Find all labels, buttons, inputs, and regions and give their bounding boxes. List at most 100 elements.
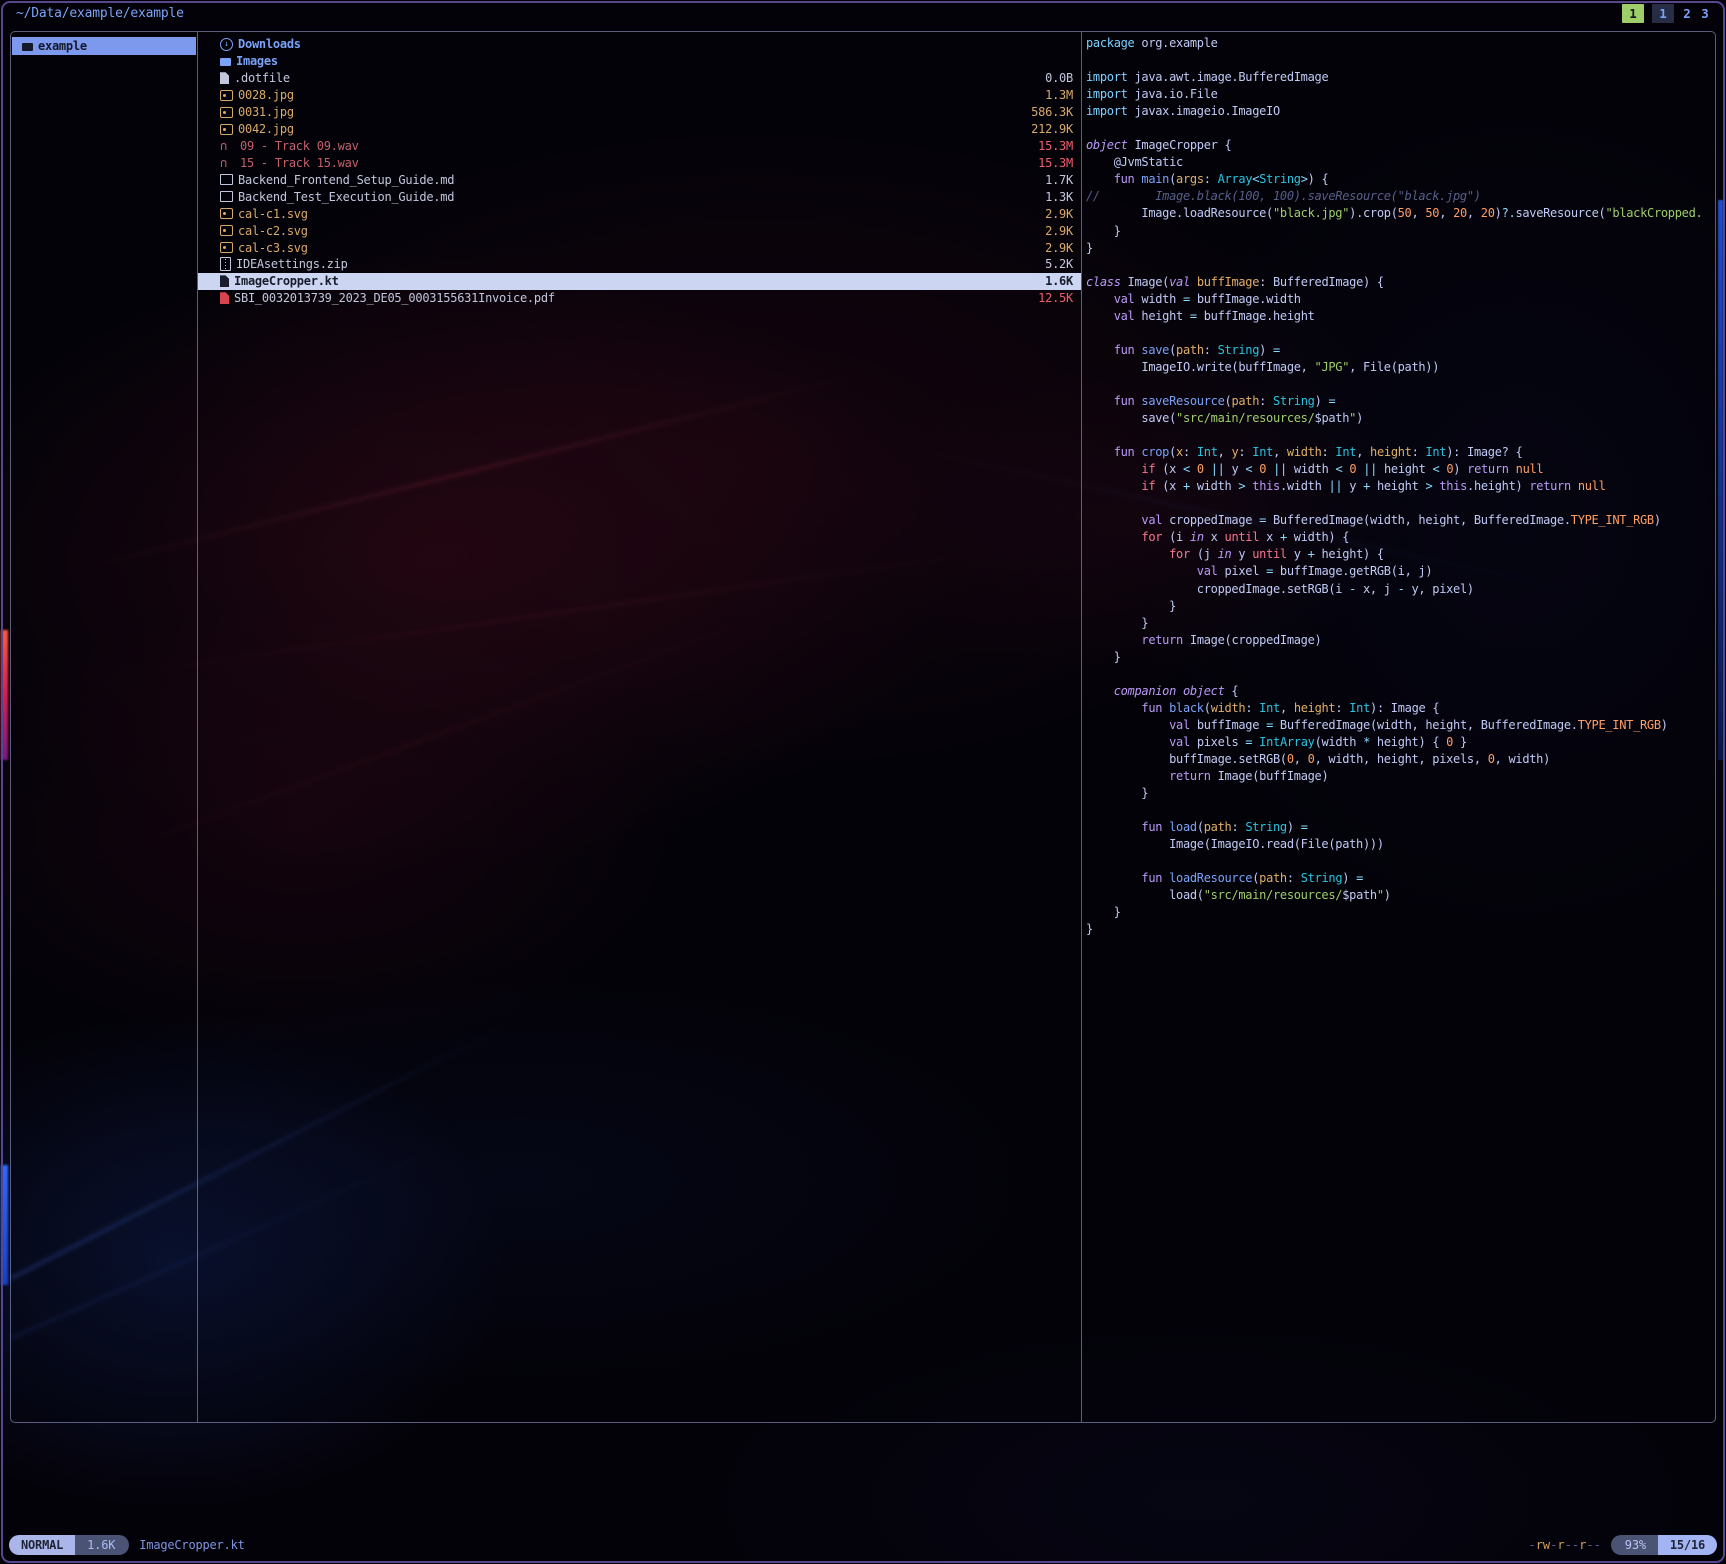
file-icon bbox=[220, 72, 229, 84]
permission-char: - bbox=[1565, 1538, 1572, 1552]
code-token: fun bbox=[1114, 394, 1135, 408]
file-name: cal-c2.svg bbox=[238, 224, 308, 238]
code-token: , bbox=[1294, 752, 1308, 766]
code-token: : bbox=[1335, 701, 1349, 715]
code-token: "black.jpg" bbox=[1273, 206, 1349, 220]
code-token: ) bbox=[1259, 343, 1273, 357]
code-token: until bbox=[1252, 547, 1287, 561]
file-row[interactable]: IDEAsettings.zip5.2K bbox=[198, 256, 1081, 273]
code-token: val bbox=[1169, 735, 1190, 749]
status-bar: NORMAL 1.6K ImageCropper.kt -rw-r--r-- 9… bbox=[0, 1532, 1726, 1558]
code-token: + bbox=[1363, 479, 1370, 493]
code-token: ( bbox=[1169, 343, 1176, 357]
code-line: } bbox=[1086, 599, 1715, 616]
file-list-pane: ↓DownloadsImages.dotfile0.0B0028.jpg1.3M… bbox=[198, 32, 1082, 1422]
code-line: val buffImage = BufferedImage(width, hei… bbox=[1086, 718, 1715, 735]
file-row[interactable]: 0042.jpg212.9K bbox=[198, 121, 1081, 138]
code-token: buffImage.getRGB(i, j) bbox=[1273, 564, 1432, 578]
code-token: || bbox=[1328, 479, 1342, 493]
parent-dir-name: example bbox=[38, 39, 87, 53]
code-token: import bbox=[1086, 87, 1128, 101]
file-size: 212.9K bbox=[1031, 122, 1073, 136]
file-row[interactable]: ↓Downloads bbox=[198, 36, 1081, 53]
code-token: fun bbox=[1114, 343, 1135, 357]
image-icon bbox=[220, 124, 233, 135]
parent-dir-item[interactable]: example bbox=[12, 37, 196, 55]
code-token: croppedImage bbox=[1162, 513, 1259, 527]
code-token: width bbox=[1287, 445, 1322, 459]
code-token: ) bbox=[1661, 718, 1668, 732]
code-line: } bbox=[1086, 241, 1715, 258]
code-token: for bbox=[1169, 547, 1190, 561]
file-name: 0031.jpg bbox=[238, 105, 294, 119]
file-row[interactable]: cal-c1.svg2.9K bbox=[198, 205, 1081, 222]
tab-3[interactable]: 2 bbox=[1682, 4, 1692, 23]
file-row[interactable]: cal-c3.svg2.9K bbox=[198, 239, 1081, 256]
code-token: , bbox=[1439, 206, 1453, 220]
code-token: + bbox=[1308, 547, 1315, 561]
code-line: } bbox=[1086, 922, 1715, 939]
breadcrumb-path: ~/Data/example/example bbox=[16, 6, 184, 21]
code-token: width bbox=[1211, 701, 1246, 715]
code-token: 0 bbox=[1197, 462, 1204, 476]
code-token: String bbox=[1273, 394, 1315, 408]
tab-2[interactable]: 1 bbox=[1652, 4, 1674, 23]
file-size: 1.6K bbox=[1045, 274, 1073, 288]
code-line: } bbox=[1086, 650, 1715, 667]
code-token: : bbox=[1231, 820, 1245, 834]
file-name: SBI_0032013739_2023_DE05_0003155631Invoi… bbox=[234, 291, 555, 305]
tab-4[interactable]: 3 bbox=[1700, 4, 1710, 23]
file-row[interactable]: SBI_0032013739_2023_DE05_0003155631Invoi… bbox=[198, 290, 1081, 307]
code-token: } bbox=[1086, 616, 1148, 630]
code-token: 0 bbox=[1308, 752, 1315, 766]
file-row[interactable]: Backend_Test_Execution_Guide.md1.3K bbox=[198, 188, 1081, 205]
audio-icon: ∩ bbox=[220, 140, 235, 152]
file-size: 5.2K bbox=[1045, 257, 1073, 271]
code-token: ) bbox=[1453, 462, 1467, 476]
code-token: : bbox=[1412, 445, 1426, 459]
tab-bar: 1123 bbox=[1622, 4, 1710, 23]
file-size: 15.3M bbox=[1038, 156, 1073, 170]
code-token: height) { bbox=[1370, 735, 1446, 749]
file-row[interactable]: ∩09 - Track 09.wav15.3M bbox=[198, 138, 1081, 155]
code-token: Int bbox=[1335, 445, 1356, 459]
code-token: y bbox=[1231, 547, 1252, 561]
file-size: 2.9K bbox=[1045, 241, 1073, 255]
file-row[interactable]: 0031.jpg586.3K bbox=[198, 104, 1081, 121]
file-row[interactable]: .dotfile0.0B bbox=[198, 70, 1081, 87]
code-token: saveResource bbox=[1134, 394, 1224, 408]
code-token: val bbox=[1114, 309, 1135, 323]
code-token: Image( bbox=[1121, 275, 1169, 289]
code-token: "src/main/resources/ bbox=[1176, 411, 1315, 425]
file-row[interactable]: Images bbox=[198, 53, 1081, 70]
code-token: IntArray bbox=[1259, 735, 1314, 749]
file-row[interactable]: Backend_Frontend_Setup_Guide.md1.7K bbox=[198, 171, 1081, 188]
code-token: height bbox=[1377, 462, 1432, 476]
file-name: Downloads bbox=[238, 37, 301, 51]
code-token bbox=[1086, 292, 1114, 306]
code-line: companion object { bbox=[1086, 684, 1715, 701]
file-row[interactable]: 0028.jpg1.3M bbox=[198, 87, 1081, 104]
code-token bbox=[1086, 871, 1141, 885]
code-token bbox=[1086, 684, 1114, 698]
file-row[interactable]: cal-c2.svg2.9K bbox=[198, 222, 1081, 239]
code-token: class bbox=[1086, 275, 1121, 289]
code-token: : bbox=[1183, 445, 1197, 459]
code-token: , bbox=[1273, 445, 1287, 459]
code-token bbox=[1086, 462, 1141, 476]
code-token: ) { bbox=[1308, 172, 1329, 186]
file-row[interactable]: ∩15 - Track 15.wav15.3M bbox=[198, 154, 1081, 171]
tab-1[interactable]: 1 bbox=[1622, 4, 1644, 23]
code-token bbox=[1086, 547, 1169, 561]
code-token: (j bbox=[1190, 547, 1218, 561]
code-token: = bbox=[1328, 394, 1335, 408]
code-token: val bbox=[1169, 718, 1190, 732]
code-token: fun bbox=[1141, 820, 1162, 834]
file-row[interactable]: ImageCropper.kt1.6K bbox=[198, 273, 1081, 290]
permission-char: - bbox=[1528, 1538, 1535, 1552]
archive-icon bbox=[220, 257, 231, 271]
code-token: loadResource bbox=[1162, 871, 1252, 885]
code-token: x bbox=[1176, 445, 1183, 459]
code-line: } bbox=[1086, 616, 1715, 633]
code-token: Int bbox=[1197, 445, 1218, 459]
